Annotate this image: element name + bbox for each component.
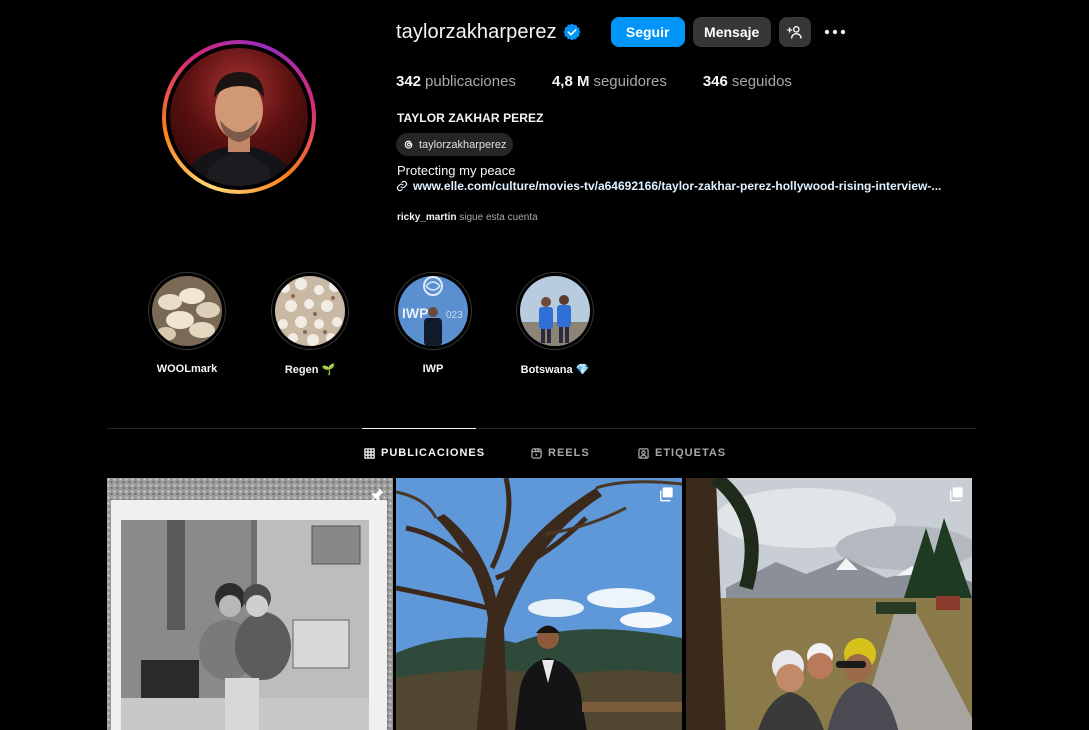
profile-tabs: PUBLICACIONES REELS ETIQUETAS	[0, 446, 1089, 462]
stat-following[interactable]: 346 seguidos	[703, 73, 792, 90]
more-options-button[interactable]	[823, 20, 847, 44]
tab-posts[interactable]: PUBLICACIONES	[364, 447, 485, 459]
svg-text:023: 023	[446, 310, 463, 321]
message-button[interactable]: Mensaje	[692, 17, 771, 47]
highlight-label: Botswana 💎	[520, 364, 590, 376]
profile-link[interactable]: www.elle.com/culture/movies-tv/a64692166…	[396, 179, 976, 193]
add-person-icon	[786, 26, 802, 39]
profile-stats: 342 publicaciones 4,8 Mseguidores 346 segu…	[396, 73, 828, 90]
post-thumbnail[interactable]	[396, 478, 682, 730]
link-icon	[396, 180, 408, 192]
verified-badge-icon	[563, 23, 581, 41]
more-icon	[824, 29, 845, 35]
carousel-icon	[950, 487, 963, 502]
highlight-botswana[interactable]: Botswana 💎	[515, 272, 595, 376]
highlight-woolmark[interactable]: WOOLmark	[147, 272, 227, 375]
post-thumbnail[interactable]	[686, 478, 972, 730]
tabs-divider	[107, 428, 976, 429]
highlight-cover: IWP 023	[398, 276, 468, 346]
tagged-icon	[638, 447, 649, 459]
profile-username: taylorzakharperez	[396, 20, 557, 43]
carousel-icon	[660, 487, 673, 502]
profile-bio: Protecting my peace	[397, 163, 516, 178]
highlight-label: Regen 🌱	[284, 364, 336, 376]
suggested-users-button[interactable]	[778, 17, 811, 47]
highlight-regen[interactable]: Regen 🌱	[270, 272, 350, 376]
svg-text:IWP: IWP	[402, 305, 428, 321]
highlight-cover	[520, 276, 590, 346]
tab-reels[interactable]: REELS	[531, 447, 590, 459]
profile-header-row: taylorzakharperez Seguir Mensaje	[396, 17, 847, 47]
followed-by[interactable]: ricky_martin sigue esta cuenta	[397, 212, 538, 223]
pin-icon	[370, 487, 384, 503]
highlight-iwp[interactable]: IWP 023 IWP	[393, 272, 473, 375]
highlight-label: WOOLmark	[156, 363, 218, 375]
follow-button[interactable]: Seguir	[610, 17, 685, 47]
active-tab-indicator	[362, 428, 476, 429]
highlight-cover	[275, 276, 345, 346]
highlight-cover	[152, 276, 222, 346]
avatar	[170, 48, 308, 186]
tab-tagged[interactable]: ETIQUETAS	[638, 447, 726, 459]
threads-handle: taylorzakharperez	[419, 138, 507, 151]
post-thumbnail[interactable]	[107, 478, 393, 730]
stat-followers[interactable]: 4,8 Mseguidores	[552, 73, 667, 90]
grid-icon	[364, 447, 375, 459]
reels-icon	[531, 447, 542, 459]
profile-avatar-story-ring[interactable]	[162, 40, 316, 194]
profile-full-name: TAYLOR ZAKHAR PEREZ	[397, 111, 544, 125]
highlight-label: IWP	[422, 363, 444, 375]
profile-link-text: www.elle.com/culture/movies-tv/a64692166…	[413, 179, 942, 193]
threads-badge[interactable]: taylorzakharperez	[396, 133, 514, 156]
stat-posts: 342 publicaciones	[396, 73, 516, 90]
threads-icon	[404, 140, 413, 149]
